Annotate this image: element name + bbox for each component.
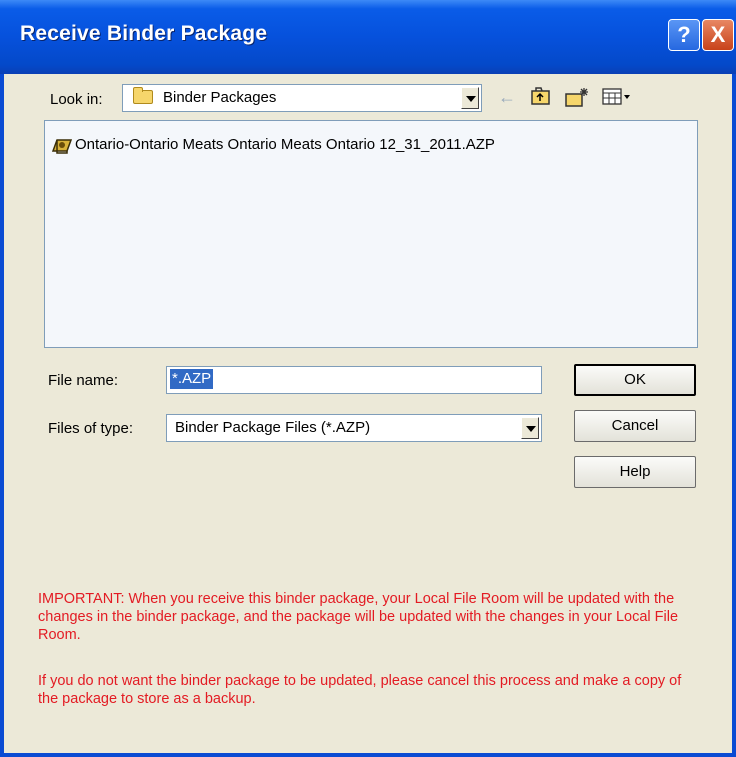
chevron-down-icon[interactable] <box>461 87 479 109</box>
files-of-type-label: Files of type: <box>48 420 134 437</box>
look-in-value: Binder Packages <box>163 89 277 106</box>
look-in-dropdown[interactable]: Binder Packages <box>122 84 482 112</box>
files-of-type-dropdown[interactable]: Binder Package Files (*.AZP) <box>166 414 542 442</box>
ok-button[interactable]: OK <box>574 364 696 396</box>
receive-binder-package-dialog: Receive Binder Package ? X Look in: Bind… <box>0 0 736 757</box>
help-button[interactable]: Help <box>574 456 696 488</box>
file-name-input[interactable]: *.AZP <box>166 366 542 394</box>
help-title-button[interactable]: ? <box>668 19 700 51</box>
cancel-advice-notice: If you do not want the binder package to… <box>38 673 682 707</box>
title-bar[interactable]: Receive Binder Package ? X <box>0 0 736 74</box>
important-notice: IMPORTANT: When you receive this binder … <box>38 591 679 643</box>
file-name-value: *.AZP <box>170 369 214 389</box>
back-arrow-icon[interactable]: ← <box>498 86 516 108</box>
cancel-button[interactable]: Cancel <box>574 410 696 442</box>
view-menu-icon[interactable] <box>602 86 632 108</box>
close-button[interactable]: X <box>702 19 734 51</box>
new-folder-icon[interactable] <box>564 86 590 108</box>
files-of-type-value: Binder Package Files (*.AZP) <box>175 419 371 436</box>
look-in-label: Look in: <box>50 91 103 108</box>
file-list[interactable]: Ontario-Ontario Meats Ontario Meats Onta… <box>44 120 698 348</box>
up-folder-icon[interactable] <box>530 86 552 108</box>
file-name-label: File name: <box>48 372 119 389</box>
chevron-down-icon[interactable] <box>521 417 539 439</box>
binder-package-icon <box>51 137 73 155</box>
dialog-title: Receive Binder Package <box>20 22 268 45</box>
file-name-text: Ontario-Ontario Meats Ontario Meats Onta… <box>75 136 495 153</box>
folder-icon <box>133 87 153 104</box>
